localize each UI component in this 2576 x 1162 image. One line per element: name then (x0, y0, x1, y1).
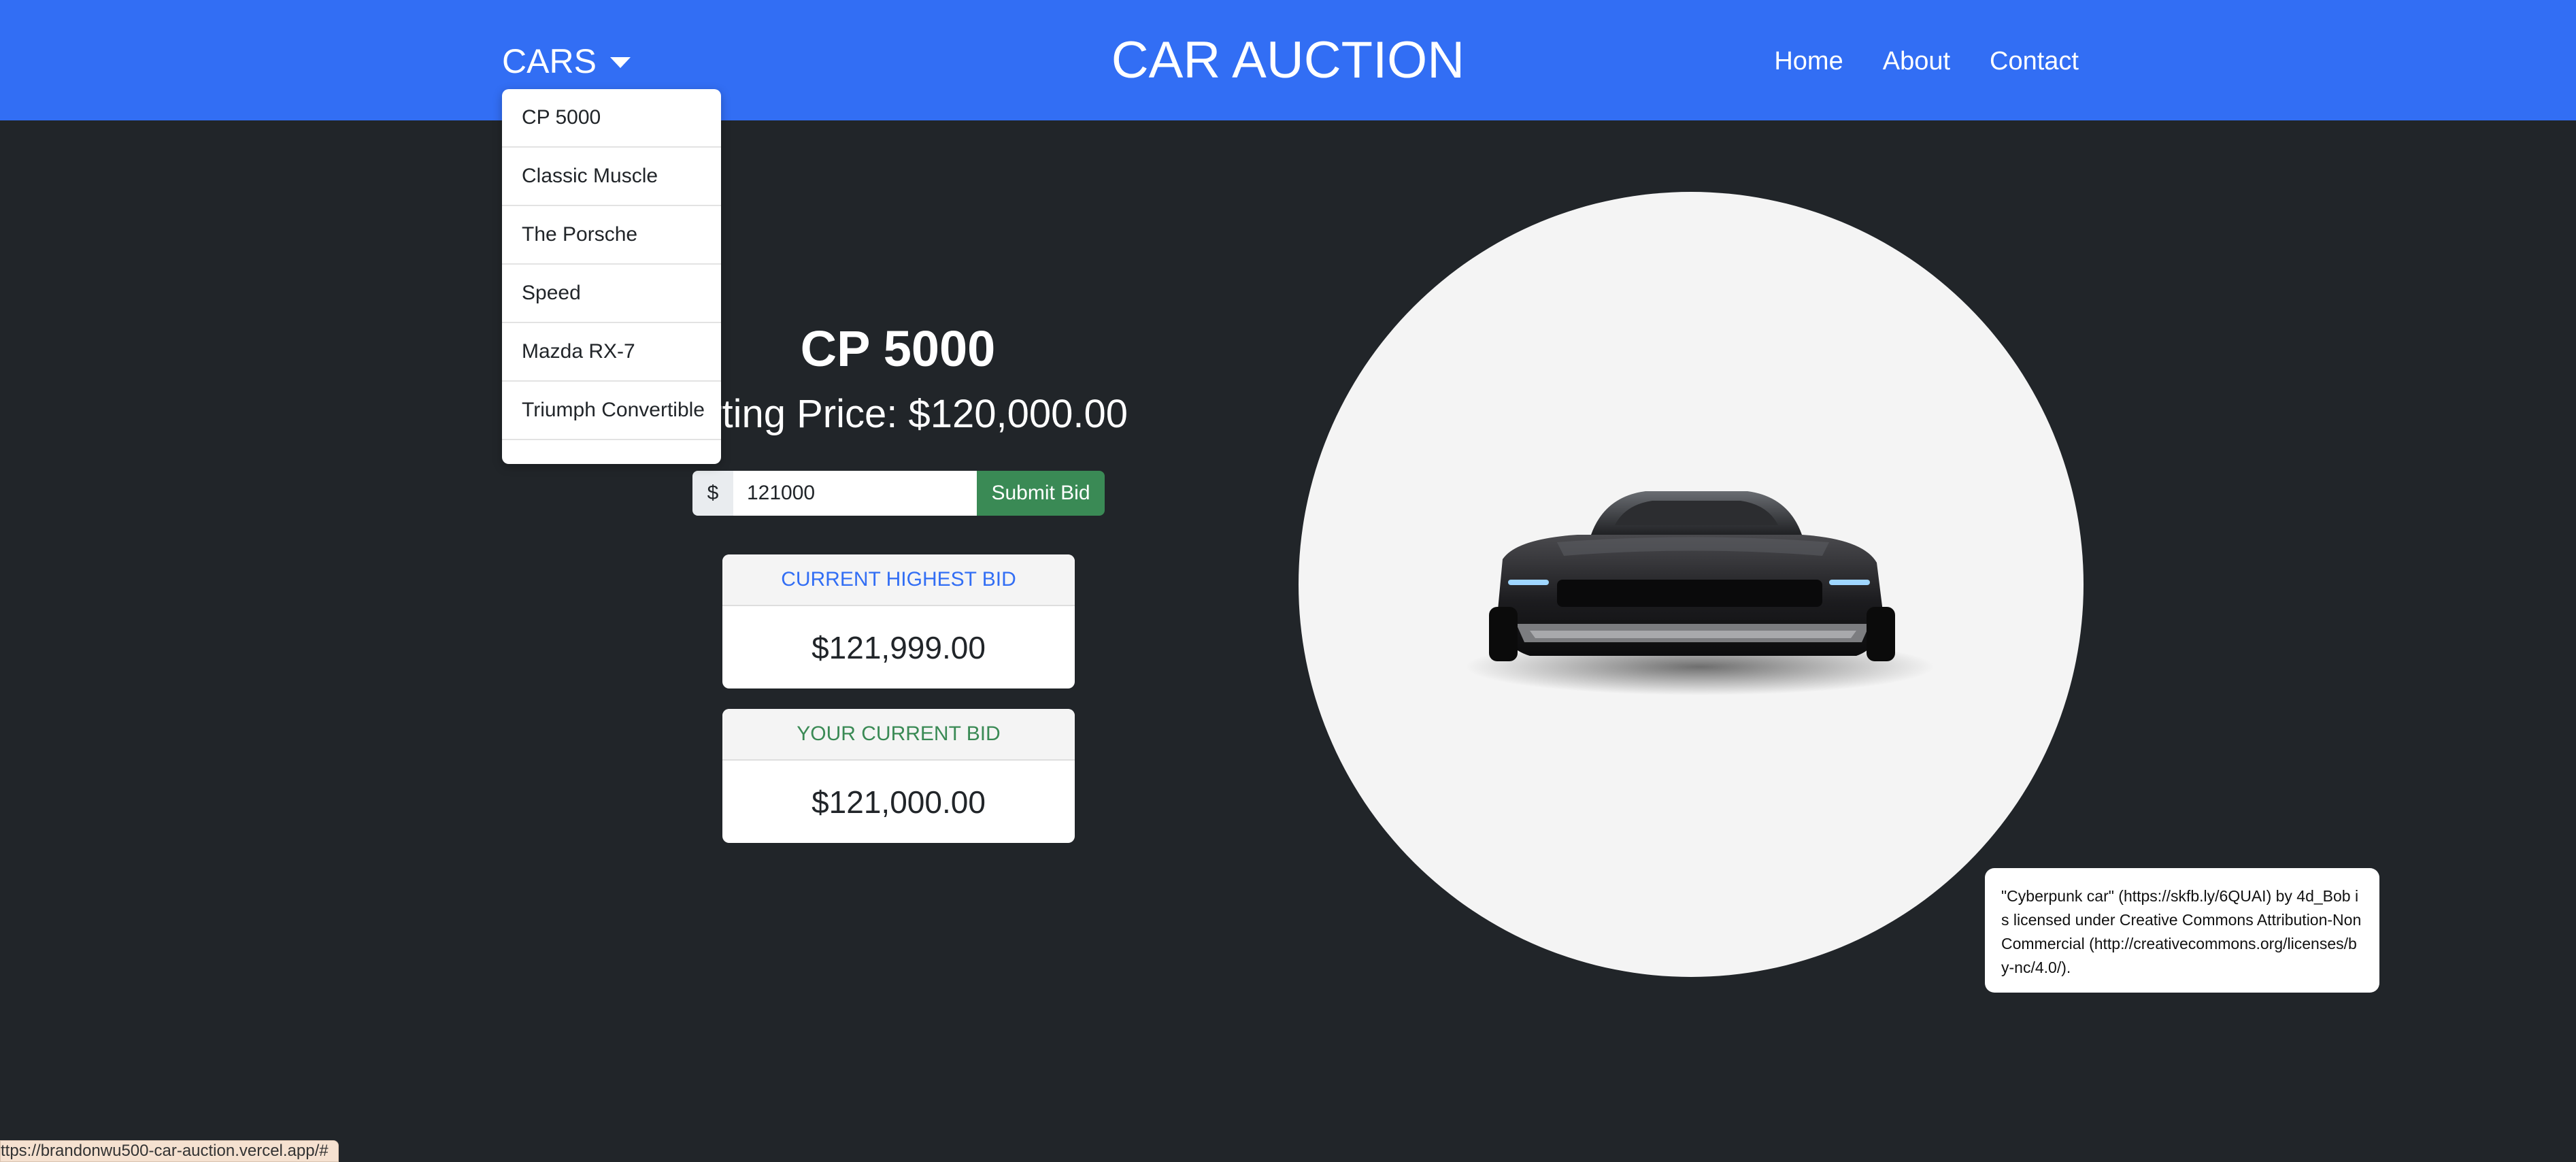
navbar: CARS CAR AUCTION Home About Contact (0, 0, 2576, 120)
dropdown-item-the-porsche[interactable]: The Porsche (502, 206, 721, 265)
car-image (1465, 491, 1935, 695)
bid-input-group: $ Submit Bid (692, 471, 1105, 516)
your-bid-card: YOUR CURRENT BID $121,000.00 (722, 709, 1075, 843)
caret-down-icon (609, 57, 631, 68)
model-attribution: "Cyberpunk car" (https://skfb.ly/6QUAI) … (1985, 868, 2379, 993)
your-bid-value: $121,000.00 (812, 784, 986, 820)
brand-title: CAR AUCTION (1111, 31, 1465, 89)
highest-bid-label: CURRENT HIGHEST BID (722, 554, 1075, 606)
dropdown-item-classic-muscle[interactable]: Classic Muscle (502, 148, 721, 206)
nav-link-home[interactable]: Home (1774, 47, 1843, 76)
car-viewer[interactable] (1299, 192, 2084, 977)
dropdown-item-mazda-rx-7[interactable]: Mazda RX-7 (502, 323, 721, 382)
status-bar-url: ttps://brandonwu500-car-auction.vercel.a… (0, 1140, 339, 1162)
currency-prefix: $ (692, 471, 733, 516)
highest-bid-value: $121,999.00 (812, 629, 986, 665)
dropdown-item-speed[interactable]: Speed (502, 265, 721, 323)
nav-links: Home About Contact (1774, 35, 2079, 87)
bid-amount-input[interactable] (733, 471, 977, 516)
nav-link-contact[interactable]: Contact (1990, 47, 2079, 76)
cars-dropdown-menu: CP 5000 Classic Muscle The Porsche Speed… (502, 89, 721, 464)
starting-price: rting Price: $120,000.00 (709, 392, 1128, 436)
dropdown-item-cp-5000[interactable]: CP 5000 (502, 89, 721, 148)
highest-bid-card: CURRENT HIGHEST BID $121,999.00 (722, 554, 1075, 688)
nav-link-about[interactable]: About (1883, 47, 1950, 76)
your-bid-label: YOUR CURRENT BID (722, 709, 1075, 761)
dropdown-item-triumph-convertible[interactable]: Triumph Convertible (502, 382, 721, 440)
cars-dropdown-label: CARS (502, 42, 597, 80)
submit-bid-button[interactable]: Submit Bid (977, 471, 1105, 516)
cars-dropdown-toggle[interactable]: CARS (502, 35, 631, 87)
